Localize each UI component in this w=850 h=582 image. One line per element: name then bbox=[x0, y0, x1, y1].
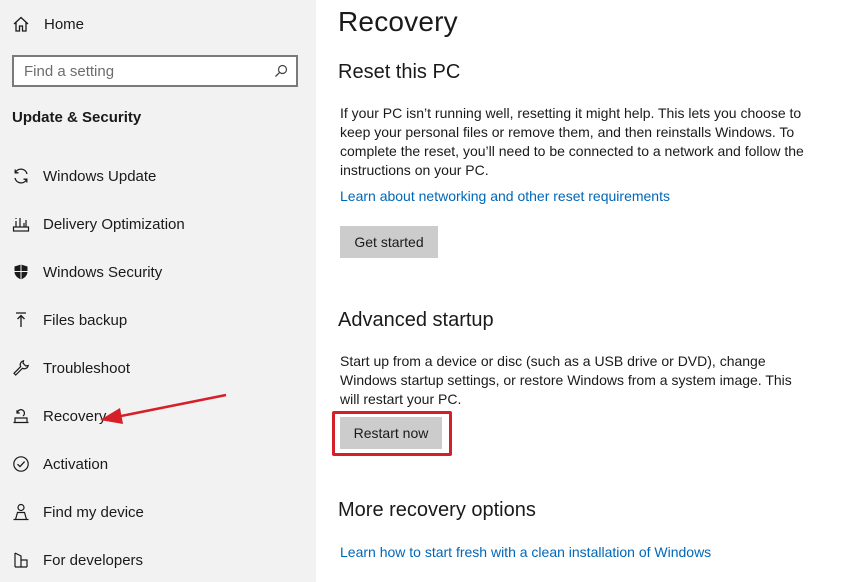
wrench-icon bbox=[12, 359, 30, 377]
home-label: Home bbox=[44, 15, 85, 33]
get-started-button[interactable]: Get started bbox=[340, 226, 438, 258]
developer-icon bbox=[12, 551, 30, 569]
home-icon bbox=[13, 16, 29, 32]
delivery-optimization-icon bbox=[12, 215, 30, 233]
sync-icon bbox=[12, 167, 30, 185]
sidebar-item-label: For developers bbox=[43, 551, 144, 569]
sidebar: Home Find a setting Update & Security Wi… bbox=[0, 0, 316, 582]
sidebar-item-windows-update[interactable]: Windows Update bbox=[0, 158, 316, 194]
sidebar-item-label: Delivery Optimization bbox=[43, 215, 185, 233]
recovery-icon bbox=[12, 407, 30, 425]
sidebar-item-for-developers[interactable]: For developers bbox=[0, 542, 316, 578]
sidebar-item-recovery[interactable]: Recovery bbox=[0, 398, 316, 434]
check-circle-icon bbox=[12, 455, 30, 473]
sidebar-item-files-backup[interactable]: Files backup bbox=[0, 302, 316, 338]
person-location-icon bbox=[12, 503, 30, 521]
page-title: Recovery bbox=[338, 6, 458, 37]
search-placeholder: Find a setting bbox=[24, 62, 115, 80]
sidebar-item-windows-security[interactable]: Windows Security bbox=[0, 254, 316, 290]
sidebar-item-label: Find my device bbox=[43, 503, 144, 521]
advanced-startup-description: Start up from a device or disc (such as … bbox=[340, 353, 792, 407]
sidebar-item-label: Activation bbox=[43, 455, 109, 473]
sidebar-item-label: Windows Update bbox=[43, 167, 157, 185]
main-content: Recovery Reset this PC If your PC isn’t … bbox=[316, 0, 850, 582]
reset-requirements-link[interactable]: Learn about networking and other reset r… bbox=[340, 188, 670, 204]
shield-icon bbox=[12, 263, 30, 281]
annotation-highlight-box bbox=[332, 411, 452, 456]
sidebar-item-label: Windows Security bbox=[43, 263, 163, 281]
sidebar-item-troubleshoot[interactable]: Troubleshoot bbox=[0, 350, 316, 386]
search-input[interactable]: Find a setting bbox=[12, 55, 298, 87]
search-icon[interactable] bbox=[274, 64, 288, 78]
sidebar-item-label: Recovery bbox=[43, 407, 107, 425]
section-title: Update & Security bbox=[12, 109, 142, 126]
sidebar-item-label: Files backup bbox=[43, 311, 128, 329]
home-link[interactable]: Home bbox=[12, 12, 84, 36]
sidebar-item-label: Troubleshoot bbox=[43, 359, 130, 377]
advanced-startup-heading: Advanced startup bbox=[338, 309, 494, 331]
reset-description: If your PC isn’t running well, resetting… bbox=[340, 105, 804, 178]
fresh-start-link[interactable]: Learn how to start fresh with a clean in… bbox=[340, 544, 711, 560]
sidebar-item-delivery-optimization[interactable]: Delivery Optimization bbox=[0, 206, 316, 242]
sidebar-item-find-my-device[interactable]: Find my device bbox=[0, 494, 316, 530]
more-options-heading: More recovery options bbox=[338, 499, 536, 521]
backup-arrow-icon bbox=[12, 311, 30, 329]
reset-heading: Reset this PC bbox=[338, 61, 461, 83]
sidebar-item-activation[interactable]: Activation bbox=[0, 446, 316, 482]
